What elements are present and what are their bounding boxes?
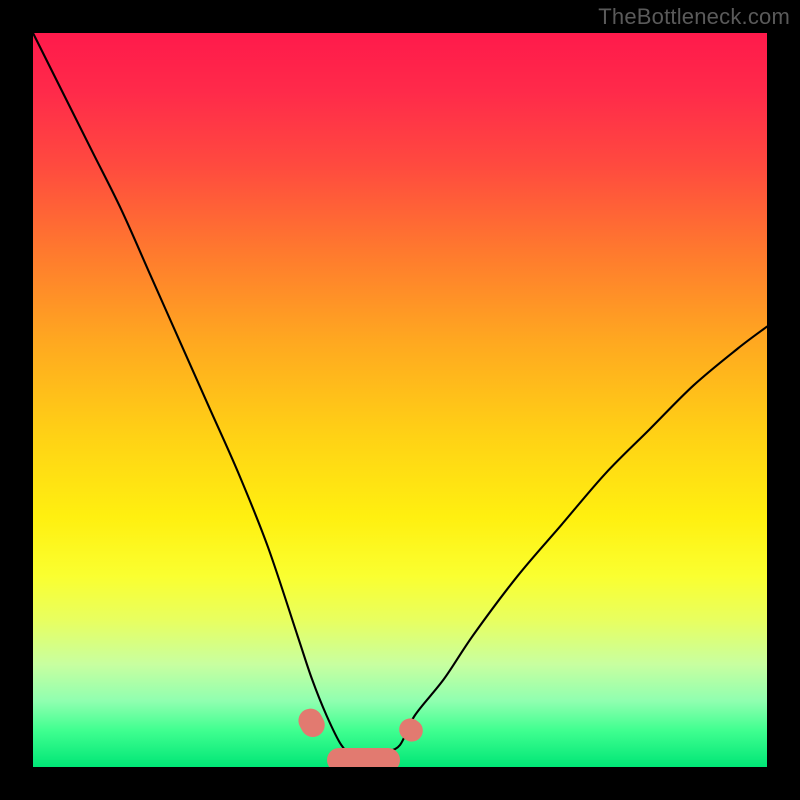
bottleneck-curve (33, 33, 767, 767)
watermark-text: TheBottleneck.com (598, 4, 790, 30)
flat-minimum-marker (327, 748, 400, 767)
chart-frame: TheBottleneck.com (0, 0, 800, 800)
plot-area (33, 33, 767, 767)
